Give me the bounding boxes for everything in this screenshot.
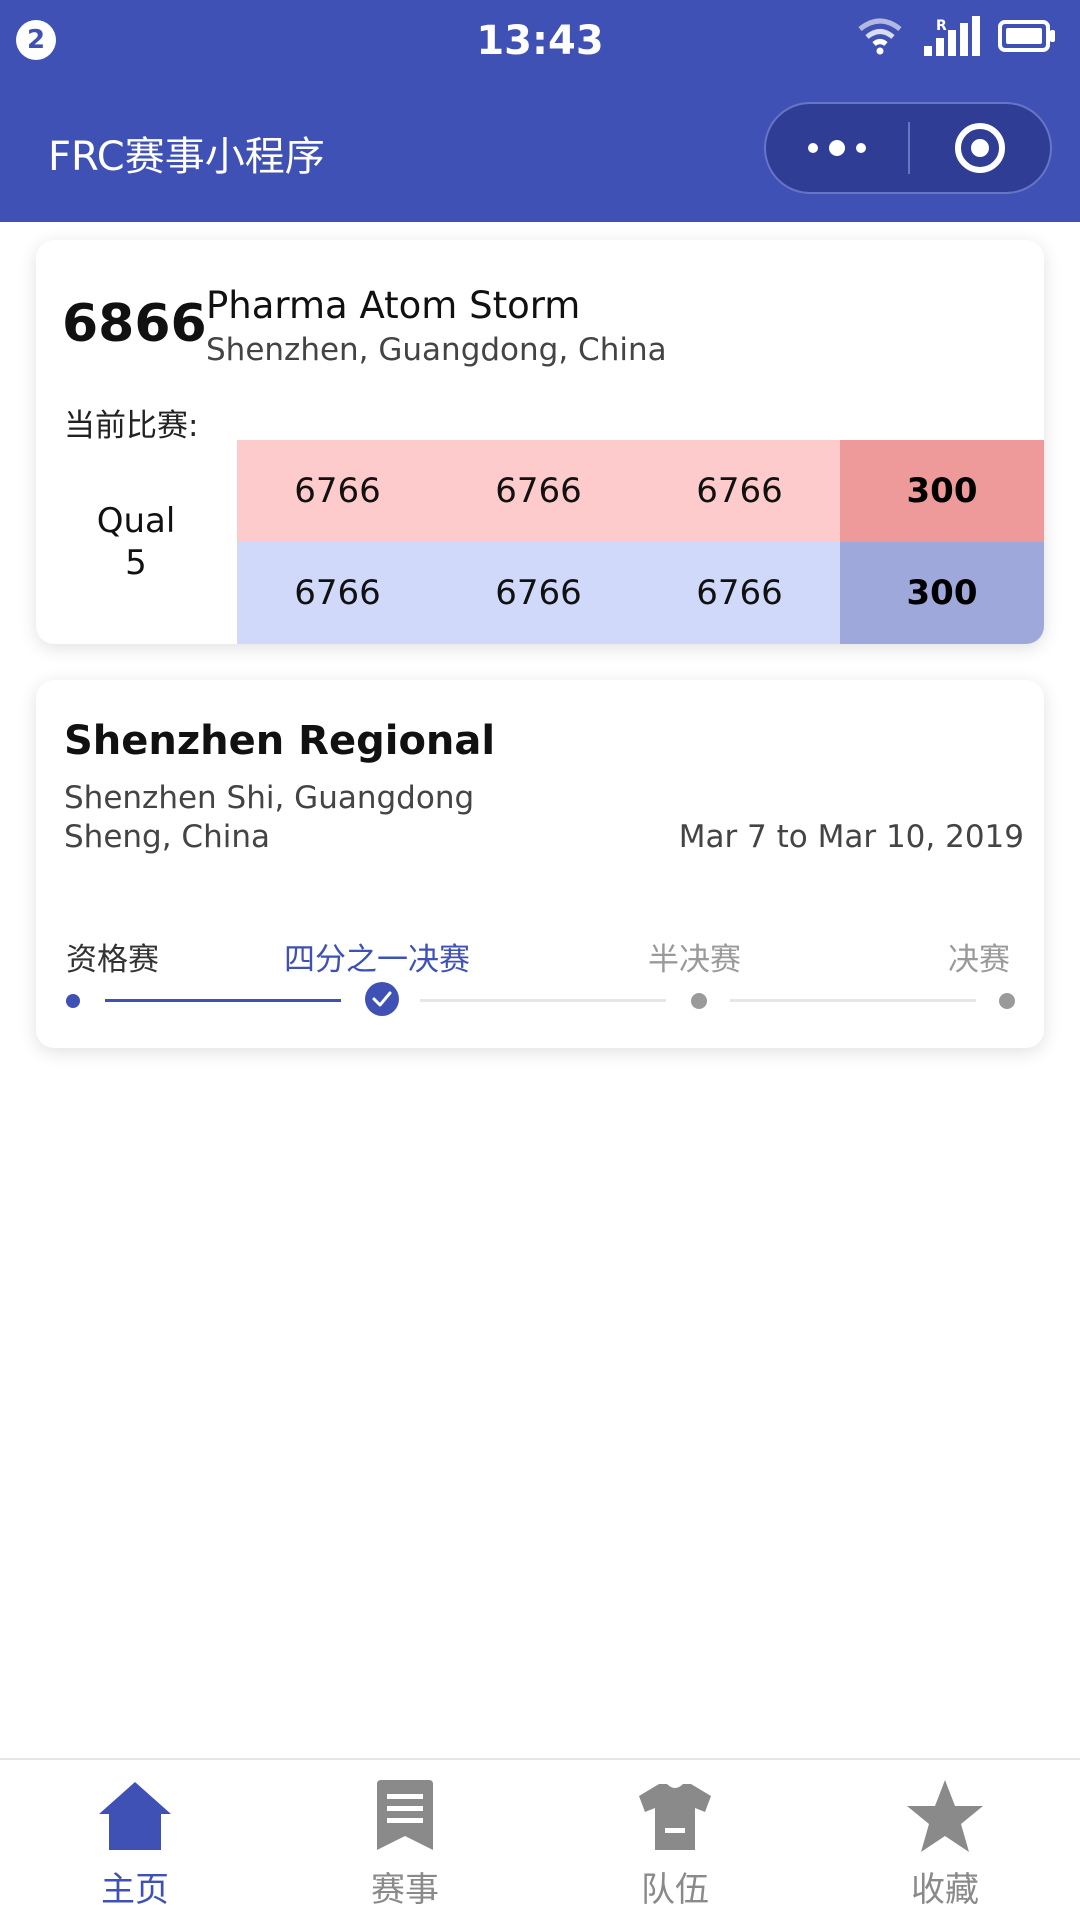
red-team-cell[interactable]: 6766 [639,440,840,542]
signal-roaming-label: R [936,18,947,34]
check-circle-icon [365,982,399,1016]
stage-line-completed [105,999,341,1002]
stage-dot-upcoming [999,993,1015,1009]
app-title: FRC赛事小程序 [48,134,325,180]
stage-dot-completed [66,994,80,1008]
close-mini-program-button[interactable] [910,104,1050,192]
event-icon [377,1780,433,1850]
stage-label-semifinal[interactable]: 半决赛 [648,934,741,979]
tab-favorites[interactable]: 收藏 [810,1760,1080,1920]
status-bar: 2 13:43 R [0,0,1080,80]
stage-label-qualification[interactable]: 资格赛 [66,934,159,979]
tab-teams-label: 队伍 [641,1870,709,1910]
stage-line-upcoming [730,999,976,1002]
red-alliance-row: 6766 6766 6766 300 [237,440,1044,542]
battery-icon [998,20,1055,52]
team-location: Shenzhen, Guangdong, China [206,332,667,368]
team-card[interactable]: 6866 Pharma Atom Storm Shenzhen, Guangdo… [36,240,1044,644]
screen: 2 13:43 R FRC赛事小程序 6866 Pharma Atom Stor… [0,0,1080,1920]
blue-team-cell[interactable]: 6766 [438,542,639,644]
home-icon [99,1782,171,1850]
tab-home-label: 主页 [101,1870,169,1910]
tab-events[interactable]: 赛事 [270,1760,540,1920]
blue-score: 300 [840,542,1044,644]
blue-team-cell[interactable]: 6766 [639,542,840,644]
stage-label-quarterfinal[interactable]: 四分之一决赛 [284,934,470,979]
event-location-line1: Shenzhen Shi, Guangdong [64,780,475,816]
event-card[interactable]: Shenzhen Regional Shenzhen Shi, Guangdon… [36,680,1044,1048]
mini-program-capsule [764,102,1052,194]
event-name: Shenzhen Regional [64,718,496,764]
event-dates: Mar 7 to Mar 10, 2019 [678,819,1024,855]
more-dots-icon [808,140,866,156]
tab-favorites-label: 收藏 [911,1870,979,1910]
red-team-cell[interactable]: 6766 [237,440,438,542]
blue-alliance-row: 6766 6766 6766 300 [237,542,1044,644]
app-header: 2 13:43 R FRC赛事小程序 [0,0,1080,222]
wifi-icon [858,18,902,55]
blue-team-cell[interactable]: 6766 [237,542,438,644]
status-icons: R [856,16,1056,56]
target-circle-icon [955,123,1005,173]
match-label: Qual 5 [36,440,236,644]
signal-icon: R [924,16,980,56]
more-button[interactable] [766,104,908,192]
star-icon [907,1780,983,1852]
team-name: Pharma Atom Storm [206,284,581,327]
tab-teams[interactable]: 队伍 [540,1760,810,1920]
stage-dot-upcoming [691,993,707,1009]
tab-home[interactable]: 主页 [0,1760,270,1920]
red-team-cell[interactable]: 6766 [438,440,639,542]
team-shirt-icon [639,1784,711,1850]
red-score: 300 [840,440,1044,542]
match-number: 5 [125,543,147,583]
stage-label-final[interactable]: 决赛 [948,934,1010,979]
match-type: Qual [96,500,176,541]
team-number: 6866 [62,294,207,354]
event-location-line2: Sheng, China [64,819,270,855]
stage-line-upcoming [420,999,666,1002]
bottom-tab-bar: 主页 赛事 队伍 收藏 [0,1758,1080,1920]
current-match-label: 当前比赛: [64,408,199,444]
tab-events-label: 赛事 [371,1870,439,1910]
